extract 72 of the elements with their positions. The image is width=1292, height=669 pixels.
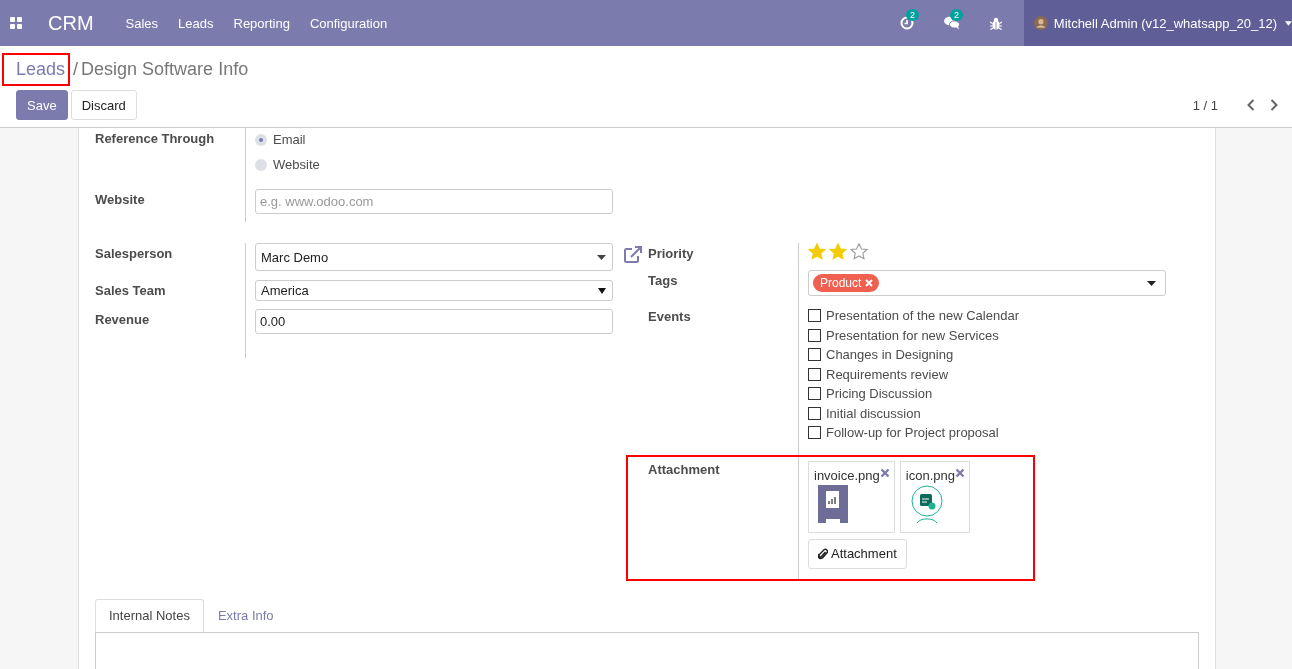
menu-item[interactable]: Sales — [115, 15, 169, 31]
avatar-icon — [1034, 15, 1048, 31]
checkbox[interactable] — [808, 328, 821, 342]
field-label: Events — [648, 308, 692, 326]
discard-button[interactable]: Discard — [70, 90, 137, 120]
breadcrumb-separator: / — [73, 58, 79, 80]
apps-menu-icon[interactable] — [10, 17, 22, 29]
checkbox-label: Changes in Designing — [826, 347, 954, 363]
radio-button[interactable] — [255, 133, 267, 146]
menu-item[interactable]: Configuration — [299, 15, 398, 31]
website-input[interactable]: e.g. www.odoo.com — [255, 189, 613, 214]
pager-value: 1 / 1 — [1192, 97, 1218, 113]
field-label: Sales Team — [95, 282, 167, 300]
radio-label: Email — [273, 132, 306, 147]
checkbox[interactable] — [808, 387, 821, 401]
checkbox[interactable] — [808, 426, 821, 440]
checkbox-label: Requirements review — [826, 366, 949, 382]
salesperson-select[interactable]: Marc Demo — [255, 243, 613, 271]
message-count-badge: 2 — [950, 9, 963, 21]
checkbox[interactable] — [808, 348, 821, 362]
star-icon[interactable] — [808, 243, 826, 260]
paperclip-icon — [818, 547, 828, 560]
next-icon[interactable] — [1270, 99, 1278, 111]
field-label: Attachment — [647, 460, 721, 479]
tags-field[interactable]: Product — [808, 270, 1166, 296]
star-icon[interactable] — [850, 243, 868, 260]
caret-icon — [598, 286, 606, 295]
user-menu[interactable]: Mitchell Admin (v12_whatsapp_20_12) — [1024, 0, 1292, 46]
calendar-thumbnail — [909, 484, 944, 523]
revenue-input[interactable]: 0.00 — [255, 309, 613, 334]
radio-label: Website — [273, 157, 320, 172]
menu-item[interactable]: Leads — [168, 15, 224, 31]
breadcrumb-link[interactable]: Leads — [16, 58, 66, 79]
bug-icon[interactable] — [990, 16, 1002, 30]
user-name: Mitchell Admin (v12_whatsapp_20_12) — [1053, 15, 1278, 31]
notebook-tab[interactable]: Internal Notes — [95, 598, 204, 632]
checkbox[interactable] — [808, 309, 821, 323]
field-label: Salesperson — [95, 245, 174, 263]
field-label: Reference Through — [95, 130, 216, 148]
remove-icon[interactable] — [879, 467, 890, 478]
app-title[interactable]: CRM — [48, 11, 94, 35]
notebook-tab[interactable]: Extra Info — [203, 598, 288, 632]
star-icon[interactable] — [829, 243, 847, 260]
remove-icon[interactable] — [954, 467, 965, 478]
checkbox-label: Pricing Discussion — [826, 386, 933, 402]
sales-team-select[interactable]: America — [255, 280, 613, 301]
external-link-icon[interactable] — [623, 246, 643, 264]
field-label: Priority — [648, 245, 695, 263]
radio-button[interactable] — [255, 158, 267, 171]
menu-item[interactable]: Reporting — [223, 15, 300, 31]
checkbox-label: Presentation of the new Calendar — [826, 308, 1019, 324]
attachment-button[interactable]: Attachment — [808, 538, 907, 569]
checkbox[interactable] — [808, 406, 821, 420]
checkbox-label: Initial discussion — [826, 405, 921, 421]
caret-icon — [1285, 20, 1292, 26]
save-button[interactable]: Save — [16, 90, 68, 120]
activity-count-badge: 2 — [906, 9, 919, 21]
checkbox[interactable] — [808, 367, 821, 381]
activity-clock-icon[interactable] — [900, 16, 914, 30]
caret-icon — [597, 254, 606, 260]
checkbox-label: Follow-up for Project proposal — [826, 425, 999, 441]
field-label: Revenue — [95, 311, 151, 329]
field-label: Tags — [648, 272, 679, 290]
tag: Product — [813, 274, 880, 292]
previous-icon[interactable] — [1247, 99, 1255, 111]
file-name: invoice.png — [814, 467, 880, 483]
breadcrumb-current: Design Software Info — [81, 58, 249, 80]
file-name: icon.png — [905, 467, 955, 483]
invoice-thumbnail — [818, 484, 848, 523]
field-label: Website — [95, 191, 146, 209]
checkbox-label: Presentation for new Services — [826, 327, 999, 343]
caret-icon — [1147, 280, 1156, 286]
